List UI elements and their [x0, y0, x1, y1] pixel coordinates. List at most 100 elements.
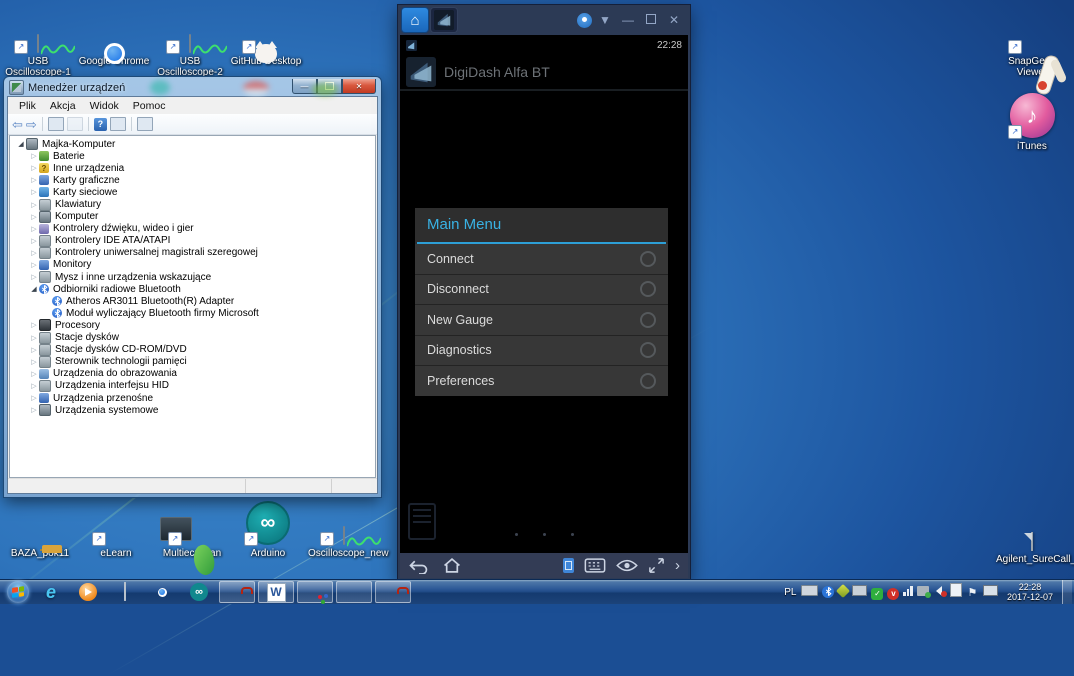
tree-item-kontrolery-uniwersalnej-magistrali-szeregowej[interactable]: ▷ Kontrolery uniwersalnej magistrali szer… — [10, 246, 375, 259]
expander-icon[interactable]: ▷ — [29, 152, 39, 160]
expander-icon[interactable]: ◢ — [16, 140, 26, 148]
taskbar-button-toolbox-app-1[interactable] — [219, 581, 255, 603]
home-nav-icon[interactable] — [440, 557, 464, 574]
signal-strength-icon[interactable] — [903, 583, 913, 601]
desktop-icon-agilent-surecall-in[interactable]: Agilent_SureCall_In... — [996, 504, 1074, 565]
desktop-icon-multiecuscan[interactable]: ↗ Multiecuscan — [156, 498, 228, 578]
tree-item-stacje-dysk-w[interactable]: ▷ Stacje dysków — [10, 331, 375, 344]
taskbar-clock[interactable]: 22:28 2017-12-07 — [1003, 582, 1057, 602]
desktop-icon-oscilloscope-new[interactable]: ↗ Oscilloscope_new — [308, 498, 389, 559]
tree-item-urz-dzenia-do-obrazowania[interactable]: ▷ Urządzenia do obrazowania — [10, 368, 375, 380]
emulator-close-button[interactable]: ✕ — [664, 14, 684, 26]
minimize-button[interactable]: — — [292, 79, 317, 94]
emulator-title-bar[interactable]: ⌂ ▼ — ✕ — [398, 5, 690, 35]
tree-item-procesory[interactable]: ▷ Procesory — [10, 319, 375, 332]
show-desktop-button[interactable] — [1062, 580, 1072, 604]
desktop-icon-usb-oscilloscope-1[interactable]: ↗ USB Oscilloscope-1 — [2, 6, 75, 78]
tree-item-mysz-i-inne-urz-dzenia-wskazuj-ce[interactable]: ▷ Mysz i inne urządzenia wskazujące — [10, 271, 375, 284]
expander-icon[interactable]: ▷ — [29, 346, 39, 354]
emulator-maximize-button[interactable] — [641, 14, 661, 26]
desktop-icon-itunes[interactable]: ♪ ↗ iTunes — [996, 91, 1068, 152]
forward-icon[interactable]: ⇨ — [26, 118, 37, 131]
menu-plik[interactable]: Plik — [12, 99, 43, 113]
tree-item-karty-graficzne[interactable]: ▷ Karty graficzne — [10, 174, 375, 186]
tree-item-odbiorniki-radiowe-bluetooth[interactable]: ◢ Odbiorniki radiowe Bluetooth — [10, 283, 375, 295]
taskbar-button-chrome[interactable] — [148, 581, 176, 603]
red-app-icon[interactable]: v — [887, 583, 900, 601]
menu-widok[interactable]: Widok — [83, 99, 126, 113]
menu-akcja[interactable]: Akcja — [43, 99, 83, 113]
bluetooth-icon[interactable] — [822, 583, 835, 601]
expander-icon[interactable]: ▷ — [29, 273, 39, 281]
chevron-right-icon[interactable]: › — [675, 558, 680, 573]
desktop-icon-google-chrome[interactable]: Google Chrome — [78, 6, 150, 78]
expander-icon[interactable]: ▷ — [29, 406, 39, 414]
network-icon[interactable] — [982, 583, 998, 601]
digidash-app-tab[interactable] — [431, 8, 457, 32]
volume-muted-icon[interactable] — [933, 583, 947, 601]
menu-caret-icon[interactable]: ▼ — [595, 14, 615, 26]
expander-icon[interactable]: ▷ — [29, 164, 39, 172]
tree-item-inne-urz-dzenia[interactable]: ▷? Inne urządzenia — [10, 162, 375, 174]
scheduler-icon[interactable] — [949, 582, 962, 602]
taskbar-button-media-player[interactable] — [74, 581, 102, 603]
desktop-icon-usb-oscilloscope-2[interactable]: ↗ USB Oscilloscope-2 — [154, 6, 227, 78]
home-tab[interactable]: ⌂ — [402, 8, 428, 32]
tree-item-monitory[interactable]: ▷ Monitory — [10, 259, 375, 271]
taskbar-button-bluestacks[interactable] — [336, 581, 372, 603]
taskbar-button-notepad[interactable] — [111, 581, 139, 603]
menu-item-disconnect[interactable]: Disconnect — [415, 273, 668, 304]
phone-connect-icon[interactable]: ✓ — [871, 583, 884, 601]
action-center-flag-icon[interactable]: ⚑ — [966, 583, 979, 601]
tree-item-komputer[interactable]: ▷ Komputer — [10, 210, 375, 223]
taskbar-button-word[interactable]: W — [258, 581, 294, 603]
battery-indicator-icon[interactable] — [563, 558, 574, 573]
window-panes-icon[interactable] — [109, 117, 126, 131]
start-button[interactable] — [7, 581, 29, 603]
desktop-icon-github-desktop[interactable]: ↗ GitHub Desktop — [230, 6, 302, 78]
scan-hardware-changes-icon[interactable] — [136, 117, 153, 131]
bluestacks-gem-icon[interactable] — [836, 583, 851, 601]
expander-icon[interactable]: ▷ — [29, 201, 39, 209]
menu-item-new-gauge[interactable]: New Gauge — [415, 304, 668, 335]
expander-icon[interactable]: ▷ — [29, 370, 39, 378]
expander-icon[interactable]: ▷ — [29, 249, 39, 257]
tree-item-urz-dzenia-przeno-ne[interactable]: ▷ Urządzenia przenośne — [10, 392, 375, 404]
tree-item-sterownik-technologii-pami-ci[interactable]: ▷ Sterownik technologii pamięci — [10, 355, 375, 368]
eye-visibility-icon[interactable] — [616, 559, 638, 572]
desktop-icon-baza-pok11[interactable]: BAZA_pok11 — [4, 498, 76, 559]
expander-icon[interactable]: ▷ — [29, 394, 39, 402]
desktop-icon-arduino[interactable]: ∞ ↗ Arduino — [232, 498, 304, 559]
keyboard-toggle-icon[interactable] — [584, 558, 606, 573]
expander-icon[interactable]: ▷ — [29, 321, 39, 329]
expander-icon[interactable]: ▷ — [29, 225, 39, 233]
maximize-button[interactable] — [317, 79, 342, 94]
menu-item-diagnostics[interactable]: Diagnostics — [415, 334, 668, 365]
tree-item-baterie[interactable]: ▷ Baterie — [10, 150, 375, 162]
tree-item-modu-wyliczaj-cy-bluetooth-firmy-microsoft[interactable]: Moduł wyliczający Bluetooth firmy Micros… — [10, 307, 375, 319]
fullscreen-expand-icon[interactable] — [648, 557, 665, 574]
desktop-icon-elearn[interactable]: ↗ eLearn — [80, 498, 152, 559]
expander-icon[interactable]: ▷ — [29, 213, 39, 221]
expander-icon[interactable]: ▷ — [29, 176, 39, 184]
language-indicator[interactable]: PL — [784, 587, 796, 598]
expander-icon[interactable]: ▷ — [29, 237, 39, 245]
show-console-tree-icon[interactable] — [47, 117, 64, 131]
close-button[interactable]: ✕ — [342, 79, 376, 94]
tree-item-urz-dzenia-systemowe[interactable]: ▷ Urządzenia systemowe — [10, 404, 375, 417]
expander-icon[interactable]: ▷ — [29, 188, 39, 196]
expander-icon[interactable]: ▷ — [29, 334, 39, 342]
title-bar[interactable]: Menedżer urządzeń — ✕ — [7, 79, 378, 96]
tree-item-karty-sieciowe[interactable]: ▷ Karty sieciowe — [10, 186, 375, 198]
back-icon[interactable]: ⇦ — [12, 118, 23, 131]
tree-item-urz-dzenia-interfejsu-hid[interactable]: ▷ Urządzenia interfejsu HID — [10, 379, 375, 392]
notification-dot-icon[interactable] — [577, 12, 592, 28]
desktop-icon-snapgene-viewer[interactable]: ↗ SnapGene Viewer — [996, 6, 1068, 97]
menu-item-connect[interactable]: Connect — [415, 244, 668, 274]
taskbar-button-arduino[interactable]: ∞ — [185, 581, 213, 603]
tree-item-klawiatury[interactable]: ▷ Klawiatury — [10, 198, 375, 211]
printer-icon[interactable] — [852, 583, 868, 601]
tree-item-kontrolery-d-wi-ku-wideo-i-gier[interactable]: ▷ Kontrolery dźwięku, wideo i gier — [10, 223, 375, 235]
tree-item-atheros-ar3011-bluetooth-r-adapter[interactable]: Atheros AR3011 Bluetooth(R) Adapter — [10, 295, 375, 307]
tree-item-stacje-dysk-w-cd-rom-dvd[interactable]: ▷ Stacje dysków CD-ROM/DVD — [10, 343, 375, 356]
